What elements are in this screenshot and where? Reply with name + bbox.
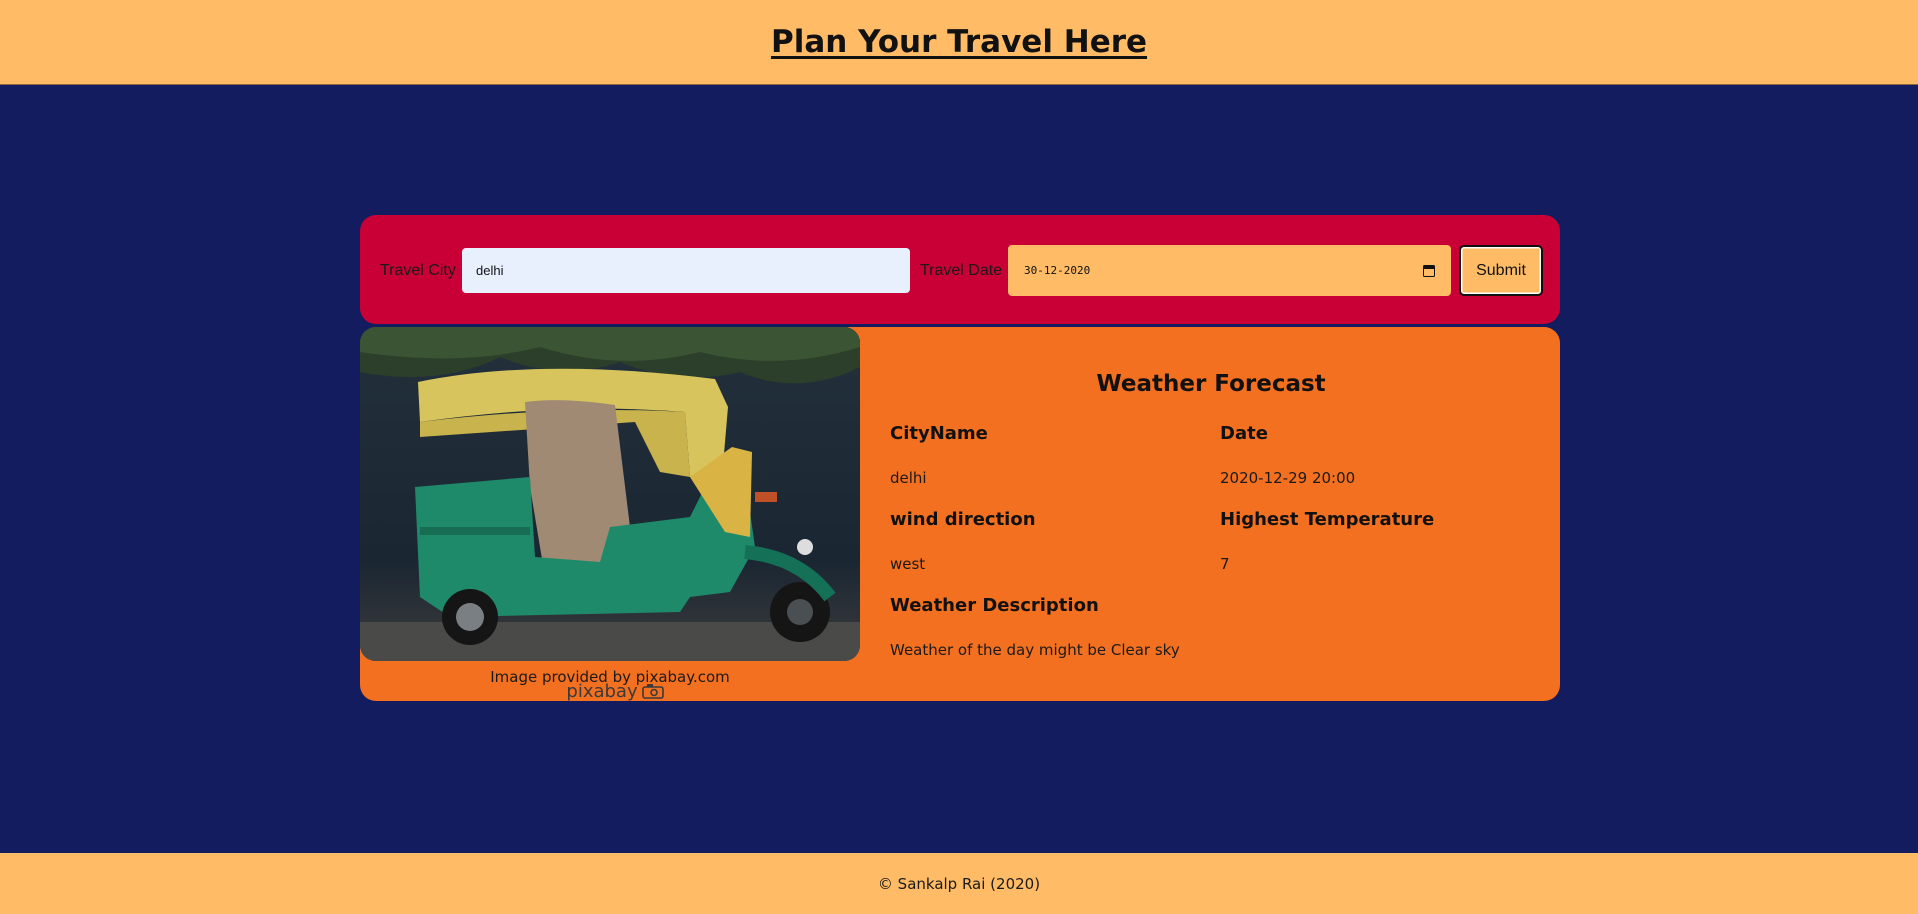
- travel-form: Travel City delhi Travel Date 30-12-2020…: [360, 215, 1560, 324]
- auto-rickshaw-image: [360, 327, 860, 661]
- weather-forecast: Weather Forecast CityName delhi Date 202…: [890, 327, 1550, 701]
- result-card: Image provided by pixabay.com pixabay We…: [360, 327, 1560, 702]
- pixabay-logo[interactable]: pixabay: [560, 680, 670, 702]
- highest-temperature-value: 7: [1220, 555, 1230, 573]
- travel-date-value: 30-12-2020: [1024, 264, 1091, 277]
- weather-description-heading: Weather Description: [890, 595, 1099, 616]
- page-title: Plan Your Travel Here: [770, 24, 1148, 60]
- travel-city-value: delhi: [476, 263, 504, 278]
- wind-direction-heading: wind direction: [890, 509, 1036, 530]
- page-header: Plan Your Travel Here: [0, 0, 1918, 85]
- page-footer: © Sankalp Rai (2020): [0, 853, 1918, 914]
- pixabay-logo-text: pixabay: [566, 680, 638, 702]
- weather-description-value: Weather of the day might be Clear sky: [890, 641, 1180, 659]
- calendar-icon[interactable]: [1423, 264, 1435, 277]
- travel-date-input[interactable]: 30-12-2020: [1008, 245, 1451, 296]
- city-name-heading: CityName: [890, 423, 988, 444]
- highest-temperature-heading: Highest Temperature: [1220, 509, 1435, 530]
- travel-city-input[interactable]: delhi: [462, 248, 910, 293]
- wind-direction-value: west: [890, 555, 926, 573]
- destination-photo: [360, 327, 860, 661]
- date-value: 2020-12-29 20:00: [1220, 469, 1356, 487]
- camera-icon: [641, 684, 664, 699]
- submit-button[interactable]: Submit: [1459, 245, 1543, 296]
- date-heading: Date: [1220, 423, 1268, 444]
- city-name-value: delhi: [890, 469, 927, 487]
- travel-date-label: Travel Date: [920, 262, 1003, 279]
- travel-city-label: Travel City: [380, 262, 456, 279]
- copyright-text: © Sankalp Rai (2020): [877, 874, 1041, 893]
- weather-title: Weather Forecast: [1096, 371, 1326, 397]
